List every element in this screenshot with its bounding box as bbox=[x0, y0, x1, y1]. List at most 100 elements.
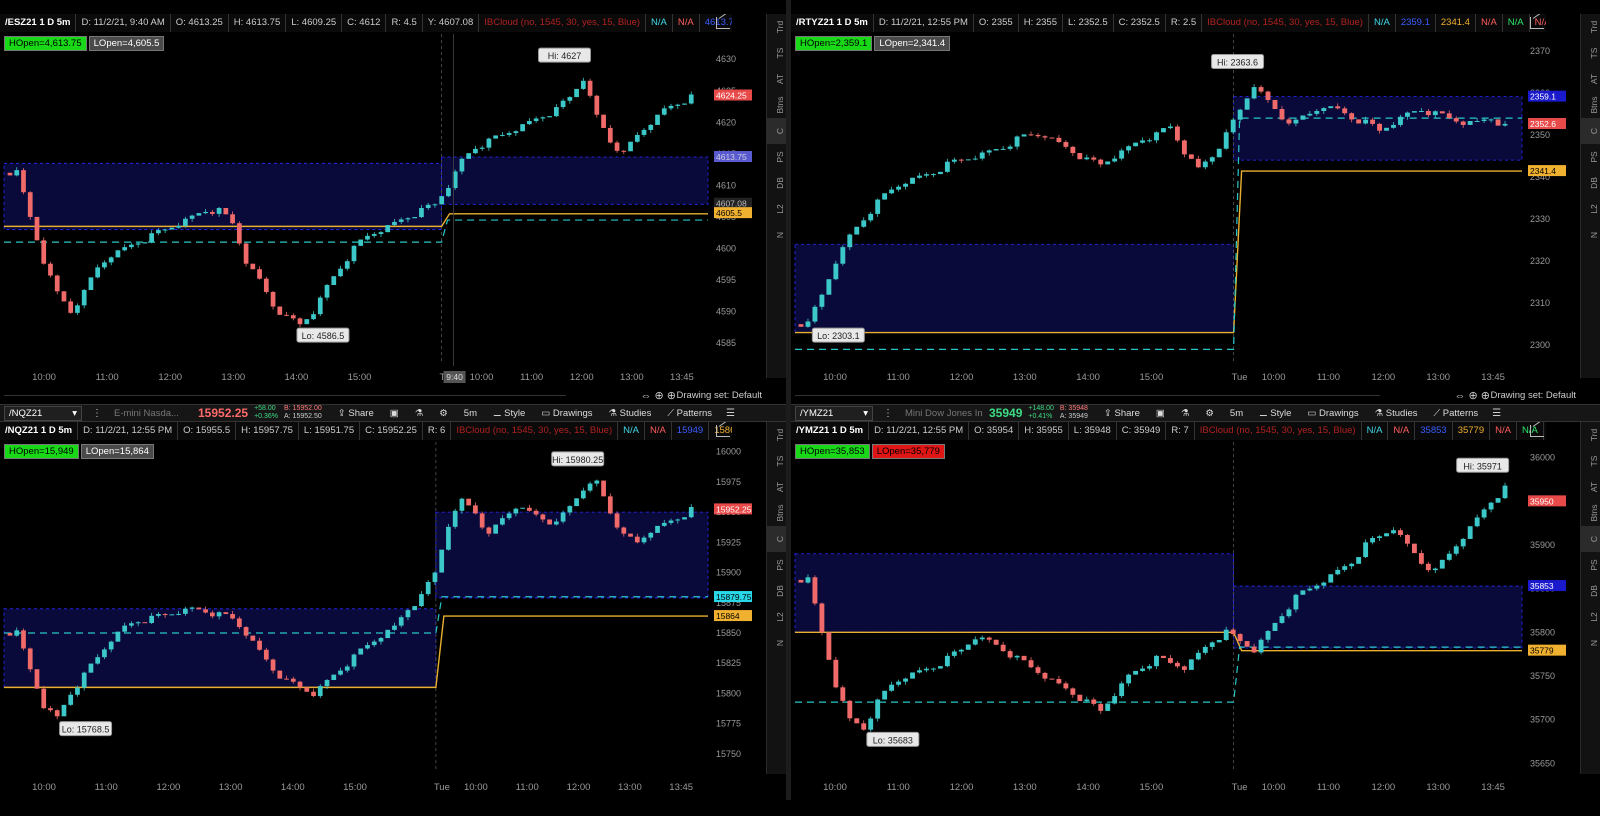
price-chart[interactable]: Hi: 4627Lo: 4586.54585459045954600460546… bbox=[0, 14, 766, 404]
scroll-track[interactable] bbox=[4, 395, 566, 396]
gear-icon[interactable]: ⚙ bbox=[439, 408, 448, 419]
side-tab-db[interactable]: DB bbox=[767, 578, 786, 604]
chart-symbol[interactable]: /RTYZ21 1 D 5m bbox=[791, 14, 874, 32]
flask-icon[interactable]: ⚗ bbox=[415, 408, 424, 419]
flask-icon[interactable]: ⚗ bbox=[1181, 408, 1190, 419]
side-tab-trd[interactable]: Trd bbox=[767, 422, 786, 448]
side-tab-at[interactable]: AT bbox=[767, 474, 786, 500]
price-chart[interactable]: Hi: 2363.6Lo: 2303.123002310232023302340… bbox=[791, 14, 1580, 404]
side-tab-at[interactable]: AT bbox=[767, 66, 786, 92]
link-icon[interactable]: ⋮ bbox=[92, 408, 102, 419]
side-tab-l2[interactable]: L2 bbox=[1581, 196, 1600, 222]
chart-panel-ym[interactable]: Hi: 35971 Lo: 35683 35650 35700 35750 35800 35… bbox=[791, 422, 1600, 800]
side-tab-ps[interactable]: PS bbox=[1581, 552, 1600, 578]
chart-panel-rty[interactable]: Hi: 2363.6 Lo: 2303.1 2300 2310 2320 2330 2340… bbox=[791, 14, 1600, 404]
expand-chart-icon[interactable] bbox=[716, 17, 730, 29]
side-tab-trd[interactable]: Trd bbox=[767, 14, 786, 40]
x-tick-label: 13:00 bbox=[221, 372, 245, 383]
style-button[interactable]: ⚊ Style bbox=[1259, 408, 1291, 419]
study-label[interactable]: IBCloud (no, 1545, 30, yes, 15, Blue) bbox=[479, 14, 647, 32]
symbol-selector[interactable]: /NQZ21 ▾ bbox=[4, 405, 82, 421]
candle-body bbox=[826, 279, 832, 295]
candle-body bbox=[405, 218, 411, 220]
expand-chart-icon[interactable] bbox=[716, 425, 730, 437]
candle-body bbox=[641, 129, 647, 135]
side-tab-n[interactable]: N bbox=[1581, 630, 1600, 656]
candle-body bbox=[365, 235, 370, 240]
side-tab-l2[interactable]: L2 bbox=[767, 196, 786, 222]
chart-symbol[interactable]: /ESZ21 1 D 5m bbox=[0, 14, 77, 32]
candle-body bbox=[1370, 119, 1376, 124]
study-label[interactable]: IBCloud (no, 1545, 30, yes, 15, Blue) bbox=[451, 422, 619, 440]
side-tab-l2[interactable]: L2 bbox=[767, 604, 786, 630]
share-button[interactable]: ⇪ Share bbox=[1104, 408, 1140, 419]
side-tab-btns[interactable]: Btns bbox=[767, 92, 786, 118]
time-scrollbar[interactable]: ⇔ ⊕ ⊕ Drawing set: Default bbox=[0, 389, 766, 402]
side-tab-ts[interactable]: TS bbox=[767, 40, 786, 66]
side-tab-l2[interactable]: L2 bbox=[1581, 604, 1600, 630]
expand-chart-icon[interactable] bbox=[1530, 425, 1544, 437]
side-tab-n[interactable]: N bbox=[767, 222, 786, 248]
studies-button[interactable]: ⚗ Studies bbox=[1375, 408, 1418, 419]
side-tab-ts[interactable]: TS bbox=[767, 448, 786, 474]
side-tab-c[interactable]: C bbox=[1581, 118, 1600, 144]
zoom-controls[interactable]: ⇔ ⊕ ⊕ bbox=[1454, 389, 1490, 402]
side-tab-ts[interactable]: TS bbox=[1581, 448, 1600, 474]
menu-icon[interactable]: ☰ bbox=[726, 408, 735, 419]
expand-chart-icon[interactable] bbox=[1530, 17, 1544, 29]
chart-symbol[interactable]: /YMZ21 1 D 5m bbox=[791, 422, 870, 440]
drawing-set-label[interactable]: Drawing set: Default bbox=[1490, 390, 1576, 401]
scroll-track[interactable] bbox=[795, 395, 1380, 396]
svg-text:35950: 35950 bbox=[1530, 496, 1554, 506]
side-tab-trd[interactable]: Trd bbox=[1581, 14, 1600, 40]
side-tab-ts[interactable]: TS bbox=[1581, 40, 1600, 66]
side-tab-btns[interactable]: Btns bbox=[767, 500, 786, 526]
candle-body bbox=[1258, 639, 1264, 653]
style-button[interactable]: ⚊ Style bbox=[493, 408, 525, 419]
patterns-button[interactable]: ⟋ Patterns bbox=[667, 408, 712, 419]
side-tab-db[interactable]: DB bbox=[1581, 578, 1600, 604]
chart-symbol[interactable]: /NQZ21 1 D 5m bbox=[0, 422, 79, 440]
side-tab-at[interactable]: AT bbox=[1581, 474, 1600, 500]
drawings-button[interactable]: ▭ Drawings bbox=[541, 408, 592, 419]
side-tab-n[interactable]: N bbox=[767, 630, 786, 656]
side-tab-db[interactable]: DB bbox=[1581, 170, 1600, 196]
chart-panel-es[interactable]: Hi: 4627Lo: 4586.54585459045954600460546… bbox=[0, 14, 786, 404]
share-button[interactable]: ⇪ Share bbox=[338, 408, 374, 419]
gear-icon[interactable]: ⚙ bbox=[1205, 408, 1214, 419]
candle-body bbox=[833, 659, 839, 688]
side-tab-trd[interactable]: Trd bbox=[1581, 422, 1600, 448]
time-scrollbar[interactable]: ⇔ ⊕ ⊕ Drawing set: Default bbox=[791, 389, 1580, 402]
zoom-controls[interactable]: ⇔ ⊕ ⊕ bbox=[640, 389, 676, 402]
candle-body bbox=[149, 233, 155, 243]
side-tab-ps[interactable]: PS bbox=[1581, 144, 1600, 170]
side-tab-btns[interactable]: Btns bbox=[1581, 500, 1600, 526]
side-tab-n[interactable]: N bbox=[1581, 222, 1600, 248]
side-tab-at[interactable]: AT bbox=[1581, 66, 1600, 92]
side-tab-btns[interactable]: Btns bbox=[1581, 92, 1600, 118]
side-tab-db[interactable]: DB bbox=[767, 170, 786, 196]
side-tab-c[interactable]: C bbox=[767, 118, 786, 144]
menu-icon[interactable]: ☰ bbox=[1492, 408, 1501, 419]
study-label[interactable]: IBCloud (no, 1545, 30, yes, 15, Blue) bbox=[1195, 422, 1362, 440]
side-tab-ps[interactable]: PS bbox=[767, 552, 786, 578]
drawings-button[interactable]: ▭ Drawings bbox=[1307, 408, 1358, 419]
patterns-button[interactable]: ⟋ Patterns bbox=[1433, 408, 1478, 419]
snapshot-icon[interactable]: ▣ bbox=[1156, 408, 1165, 419]
candle-body bbox=[95, 657, 101, 664]
chart-panel-nq[interactable]: Hi: 15980.25 Lo: 15768.5 15750 15775 15800 15… bbox=[0, 422, 786, 800]
timeframe-button[interactable]: 5m bbox=[1230, 408, 1243, 419]
price-chart[interactable]: Hi: 35971 Lo: 35683 35650 35700 35750 35800 35… bbox=[791, 422, 1580, 800]
snapshot-icon[interactable]: ▣ bbox=[390, 408, 399, 419]
side-tab-ps[interactable]: PS bbox=[767, 144, 786, 170]
candle-body bbox=[1488, 502, 1494, 510]
link-icon[interactable]: ⋮ bbox=[883, 408, 893, 419]
symbol-selector[interactable]: /YMZ21 ▾ bbox=[795, 405, 873, 421]
drawing-set-label[interactable]: Drawing set: Default bbox=[676, 390, 762, 401]
side-tab-c[interactable]: C bbox=[1581, 526, 1600, 552]
side-tab-c[interactable]: C bbox=[767, 526, 786, 552]
timeframe-button[interactable]: 5m bbox=[464, 408, 477, 419]
study-label[interactable]: IBCloud (no, 1545, 30, yes, 15, Blue) bbox=[1202, 14, 1369, 32]
price-chart[interactable]: Hi: 15980.25 Lo: 15768.5 15750 15775 15800 15… bbox=[0, 422, 766, 800]
studies-button[interactable]: ⚗ Studies bbox=[609, 408, 652, 419]
